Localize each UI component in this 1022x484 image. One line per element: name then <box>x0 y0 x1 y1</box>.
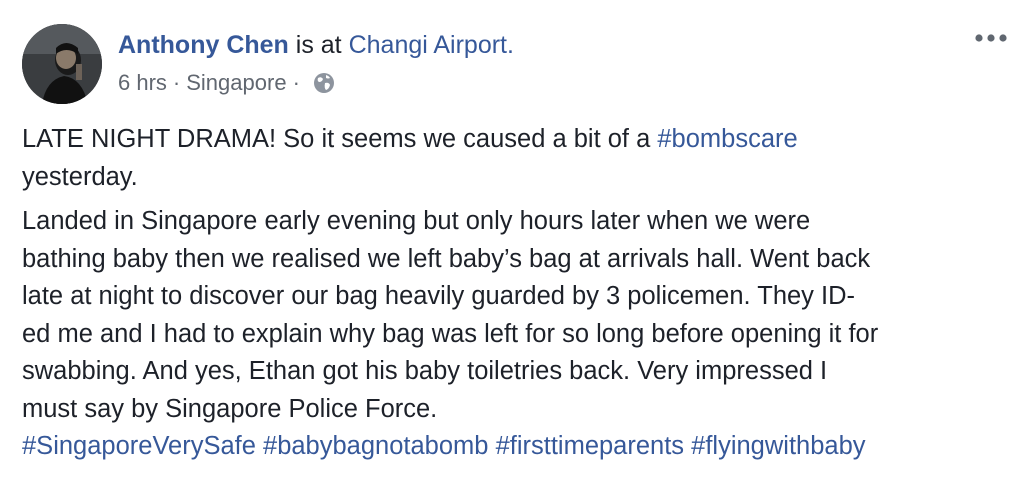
post-paragraph-1: LATE NIGHT DRAMA! So it seems we caused … <box>22 121 1012 196</box>
paragraph-1-line-2: yesterday. <box>22 162 138 191</box>
timestamp[interactable]: 6 hrs <box>118 68 167 98</box>
paragraph-1-text: LATE NIGHT DRAMA! So it seems we caused … <box>22 125 658 153</box>
checkin-connector: is at <box>288 31 349 59</box>
paragraph-2-line: late at night to discover our bag heavil… <box>22 282 856 310</box>
post-paragraph-2: Landed in Singapore early evening but on… <box>22 203 1012 428</box>
hashtag-bombscare[interactable]: #bombscare <box>657 125 797 153</box>
hashtag-link[interactable]: #firsttimeparents <box>496 432 685 460</box>
paragraph-2-line: ed me and I had to explain why bag was l… <box>22 319 879 348</box>
paragraph-2-line: must say by Singapore Police Force. <box>22 394 438 423</box>
post-body: LATE NIGHT DRAMA! So it seems we caused … <box>22 121 1012 466</box>
paragraph-2-line: swabbing. And yes, Ethan got his baby to… <box>22 357 828 385</box>
meta-separator-2: · <box>292 70 300 95</box>
more-options-icon[interactable] <box>970 26 1014 50</box>
post-header: Anthony Chen is at Changi Airport. <box>118 28 514 62</box>
avatar[interactable] <box>22 24 102 104</box>
globe-icon[interactable] <box>312 71 336 95</box>
paragraph-2-line: bathing baby then we realised we left ba… <box>22 244 871 273</box>
post-meta: 6 hrs · Singapore · <box>118 68 336 98</box>
facebook-post: Anthony Chen is at Changi Airport. 6 hrs… <box>0 0 1022 484</box>
author-name[interactable]: Anthony Chen <box>118 31 289 59</box>
hashtag-link[interactable]: #flyingwithbaby <box>691 432 865 460</box>
location-link[interactable]: Changi Airport. <box>349 31 514 59</box>
hashtag-link[interactable]: #SingaporeVerySafe <box>22 432 256 460</box>
meta-separator: · <box>172 70 181 95</box>
paragraph-2-line: Landed in Singapore early evening but on… <box>22 207 811 235</box>
city-link[interactable]: Singapore <box>186 68 286 98</box>
hashtag-row: #SingaporeVerySafe #babybagnotabomb #fir… <box>22 428 1012 466</box>
hashtag-link[interactable]: #babybagnotabomb <box>263 432 488 460</box>
